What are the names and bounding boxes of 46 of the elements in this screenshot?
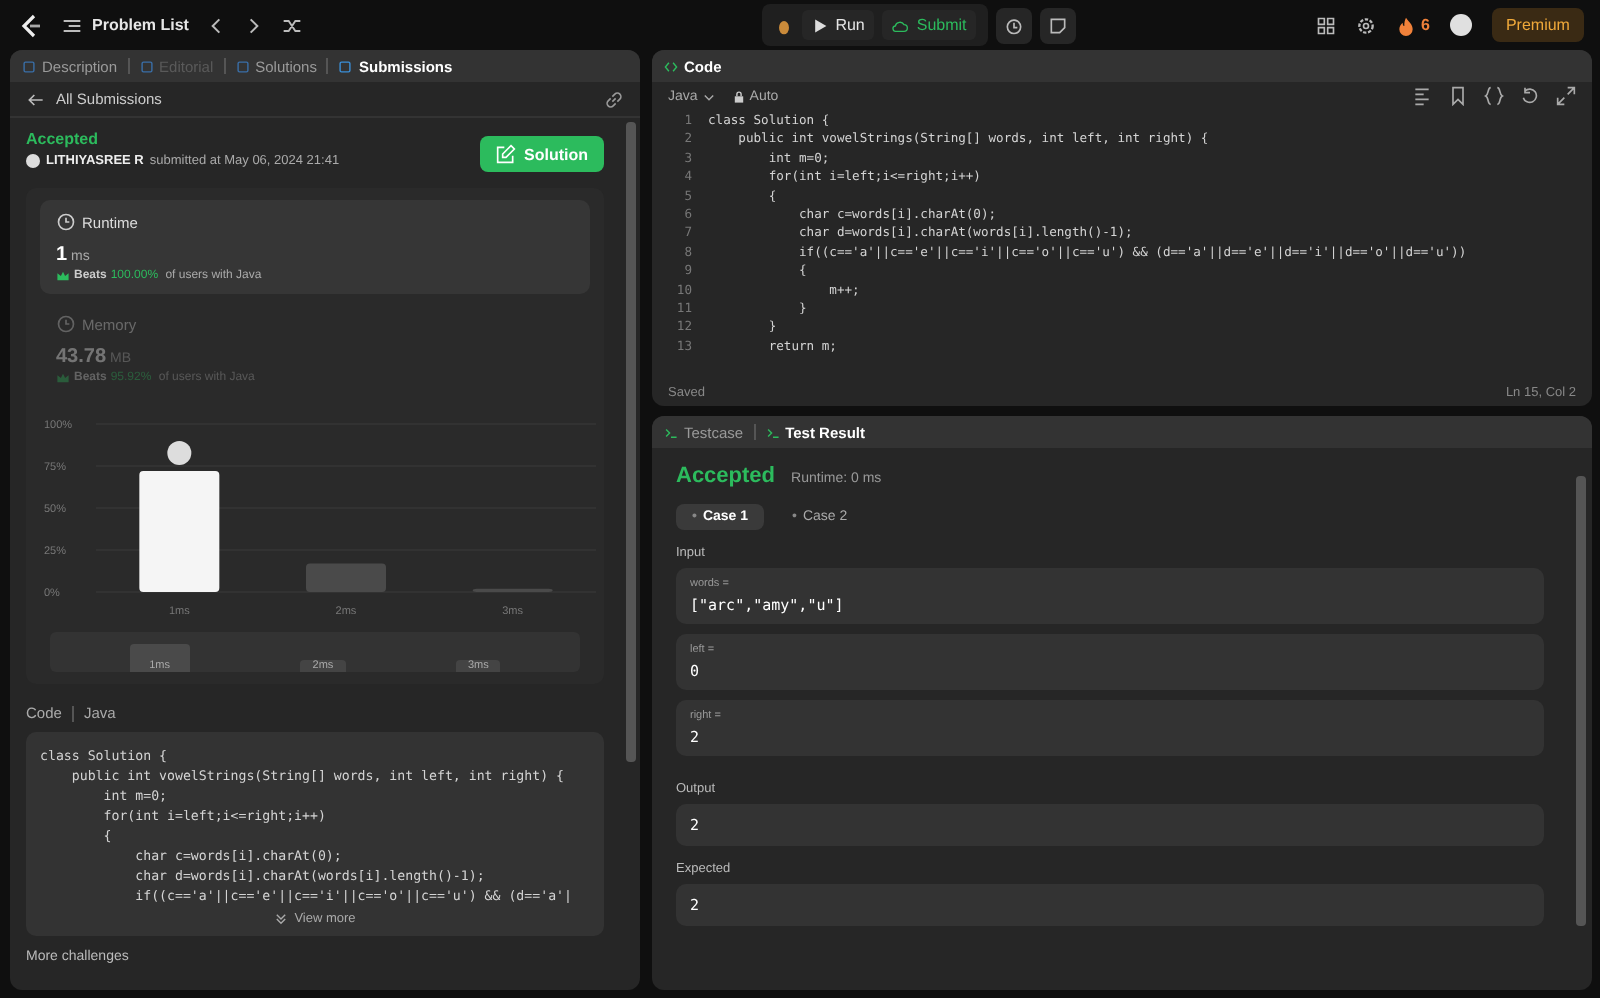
format-icon[interactable] — [1412, 86, 1432, 106]
crown-icon — [56, 270, 70, 282]
clock-icon — [56, 314, 76, 334]
clock-icon — [1004, 15, 1025, 35]
bookmark-icon[interactable] — [1448, 86, 1468, 106]
logo-icon[interactable] — [16, 11, 44, 39]
code-icon — [664, 59, 678, 73]
scrollbar[interactable] — [626, 122, 636, 762]
tab-icon — [338, 59, 353, 73]
grid-icon[interactable] — [1315, 15, 1336, 35]
list-icon — [62, 15, 82, 35]
caret-icon — [701, 89, 716, 103]
back-arrow-icon — [26, 89, 46, 109]
undo-icon[interactable] — [1520, 86, 1540, 106]
terminal-icon — [664, 425, 678, 439]
streak-counter[interactable]: 6 — [1395, 15, 1430, 35]
note-icon — [1048, 15, 1069, 35]
run-button[interactable]: Run — [801, 10, 875, 40]
settings-icon[interactable] — [1355, 15, 1376, 35]
user-avatar-icon — [167, 441, 192, 466]
alarm-button[interactable] — [996, 7, 1033, 43]
scrollbar[interactable] — [1576, 476, 1586, 926]
submit-button[interactable]: Submit — [882, 10, 977, 40]
verdict-accepted: Accepted — [676, 464, 776, 488]
terminal-icon — [765, 425, 780, 439]
clock-icon — [56, 212, 76, 232]
double-chevron-icon — [274, 912, 289, 926]
cloud-icon — [892, 17, 909, 33]
flame-icon — [1395, 15, 1416, 35]
premium-button[interactable]: Premium — [1491, 8, 1584, 42]
problem-list-link[interactable]: Problem List — [62, 15, 189, 35]
user-avatar-icon — [26, 154, 40, 168]
note-button[interactable] — [1040, 7, 1077, 43]
crown-icon — [56, 372, 70, 384]
shuffle-icon[interactable] — [282, 15, 303, 35]
status-accepted: Accepted — [26, 130, 101, 148]
braces-icon[interactable] — [1484, 86, 1504, 106]
expand-icon[interactable] — [1556, 86, 1576, 106]
tab-icon — [22, 59, 36, 73]
avatar-icon[interactable] — [1449, 14, 1472, 36]
link-icon[interactable] — [604, 89, 624, 109]
edit-icon — [496, 144, 516, 164]
play-icon — [811, 17, 828, 33]
tab-icon — [139, 59, 154, 73]
tab-icon — [235, 59, 250, 73]
lock-icon — [731, 89, 746, 103]
